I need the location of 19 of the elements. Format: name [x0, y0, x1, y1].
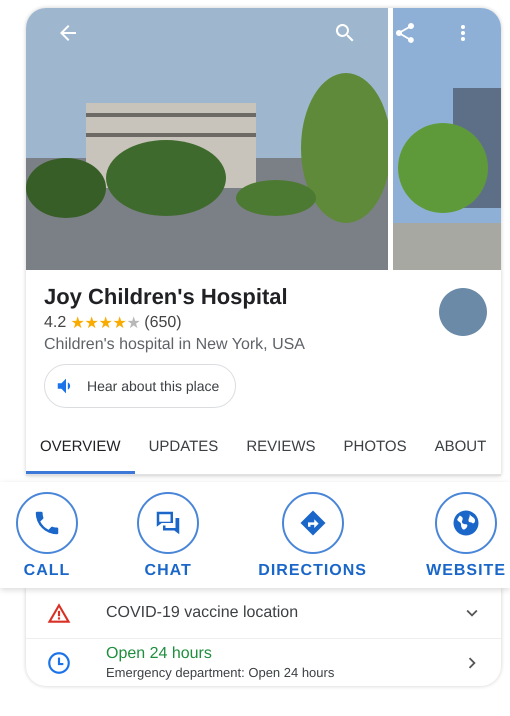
- tab[interactable]: PHOTOS: [330, 424, 421, 474]
- tab[interactable]: OVERVIEW: [26, 424, 135, 474]
- hours-text: Emergency department: Open 24 hours: [106, 665, 336, 680]
- share-icon[interactable]: [393, 21, 417, 45]
- tab[interactable]: REVIEWS: [232, 424, 330, 474]
- globe-icon: [451, 508, 482, 538]
- thumbnail-photo[interactable]: [439, 288, 487, 336]
- tab[interactable]: ABOUT: [420, 424, 500, 474]
- review-count: (650): [144, 314, 182, 332]
- action-button[interactable]: DIRECTIONS: [258, 492, 367, 580]
- place-category: Children's hospital in New York, USA: [44, 336, 305, 354]
- open-status: Open 24 hours: [106, 645, 213, 663]
- place-name: Joy Children's Hospital: [44, 284, 289, 310]
- star-rating: ★★★★★: [70, 314, 140, 333]
- vaccine-location-text: COVID-19 vaccine location: [106, 604, 300, 622]
- tab[interactable]: UPDATES: [134, 424, 232, 474]
- rating-value: 4.2: [44, 314, 66, 332]
- clock-icon: [46, 650, 72, 676]
- hear-about-button[interactable]: Hear about this place: [44, 364, 236, 408]
